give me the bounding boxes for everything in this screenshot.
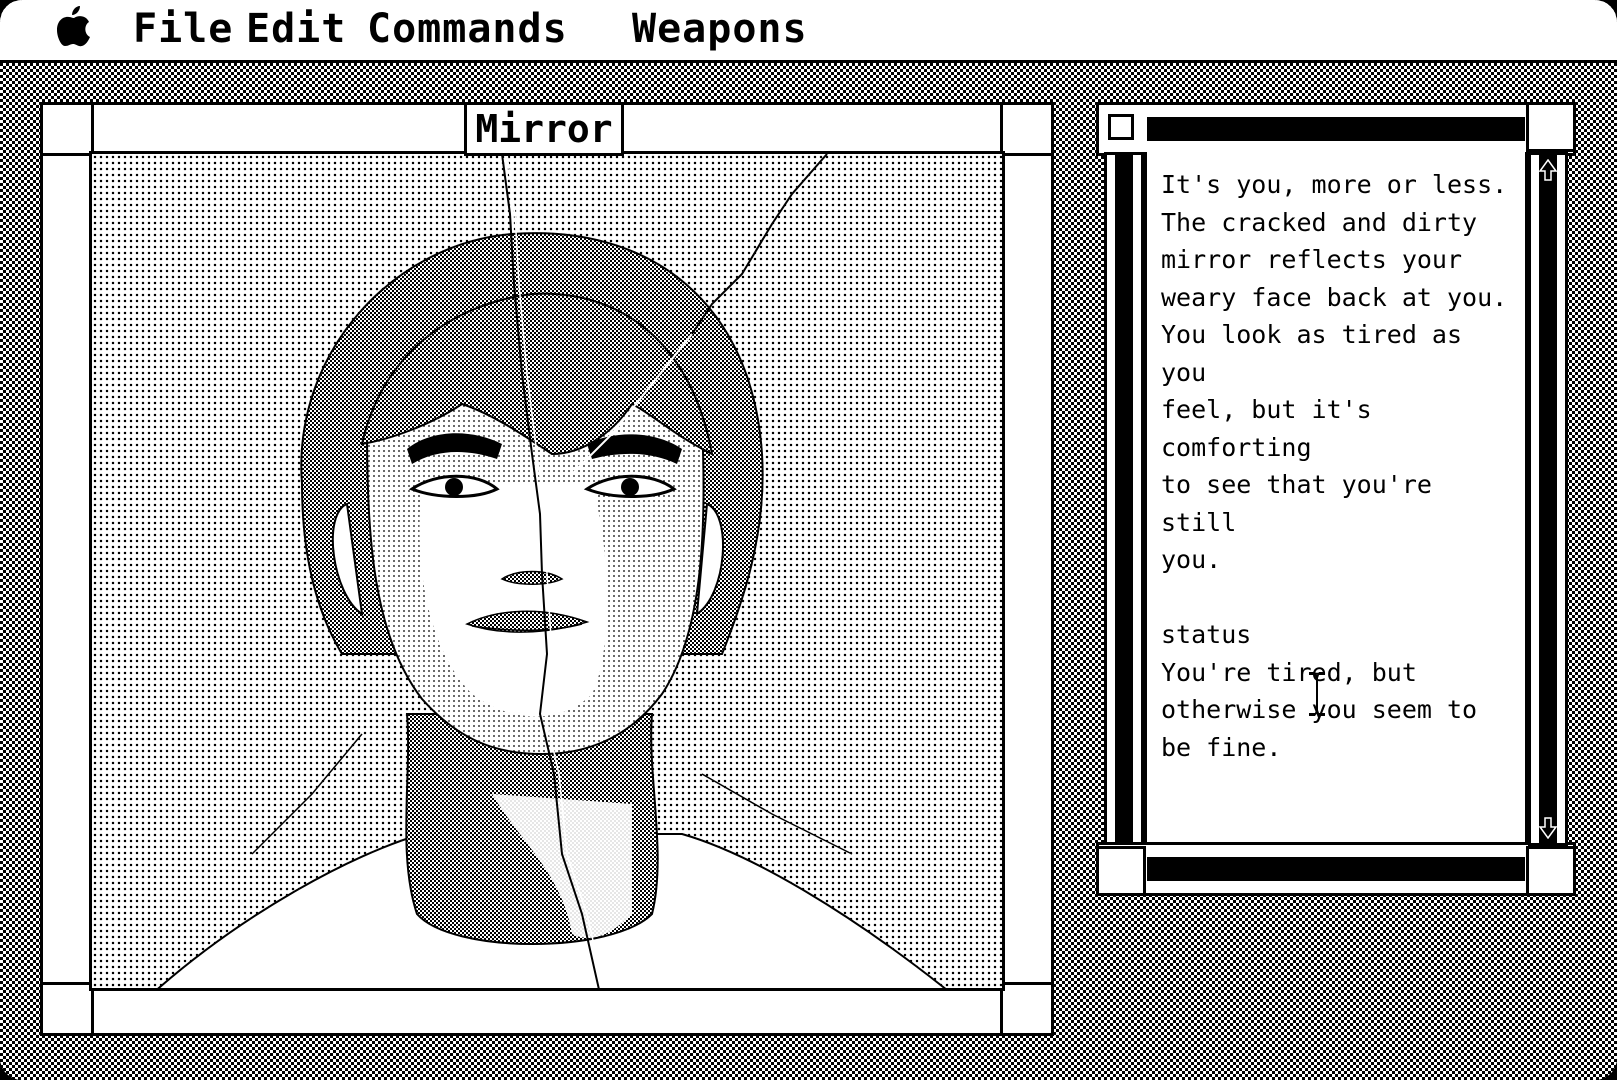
window-title[interactable]: Mirror	[464, 102, 624, 156]
picture-window-corner-bottom-left	[40, 982, 94, 1036]
text-window-corner-top-right	[1526, 102, 1576, 152]
picture-window-right-frame	[1000, 102, 1054, 1036]
picture-window: Mirror	[40, 102, 1054, 1036]
cracked-mirror-portrait	[157, 154, 947, 988]
description-text: It's you, more or less. The cracked and …	[1161, 170, 1508, 762]
mirror-picture	[89, 151, 1005, 991]
text-window-left-frame	[1104, 152, 1144, 846]
picture-window-corner-bottom-right[interactable]	[1000, 982, 1054, 1036]
desktop: File Edit Commands Weapons Mirror It's y…	[0, 0, 1617, 1080]
scrollbar-track[interactable]	[1539, 155, 1557, 843]
text-window-bottom-frame	[1096, 842, 1576, 896]
picture-window-left-frame	[40, 102, 94, 1036]
text-window-corner-bottom-right[interactable]	[1526, 846, 1576, 896]
scroll-up-arrow-icon[interactable]	[1539, 159, 1557, 181]
text-window-corner-bottom-left	[1096, 846, 1146, 896]
text-window-title-bar[interactable]	[1096, 102, 1576, 156]
menu-commands[interactable]: Commands	[367, 6, 568, 52]
scroll-down-arrow-icon[interactable]	[1539, 817, 1557, 839]
close-box-icon[interactable]	[1108, 114, 1134, 140]
picture-window-corner-top-left	[40, 102, 94, 156]
description-text-area[interactable]: It's you, more or less. The cracked and …	[1144, 152, 1528, 842]
menu-edit[interactable]: Edit	[246, 6, 346, 52]
vertical-scrollbar[interactable]	[1528, 152, 1568, 846]
text-window: It's you, more or less. The cracked and …	[1096, 102, 1576, 896]
i-beam-cursor-icon	[1309, 672, 1325, 716]
menu-bar: File Edit Commands Weapons	[0, 0, 1617, 63]
apple-icon[interactable]	[56, 4, 92, 48]
menu-weapons[interactable]: Weapons	[632, 6, 808, 52]
picture-window-corner-top-right	[1000, 102, 1054, 156]
menu-file[interactable]: File	[133, 6, 233, 52]
